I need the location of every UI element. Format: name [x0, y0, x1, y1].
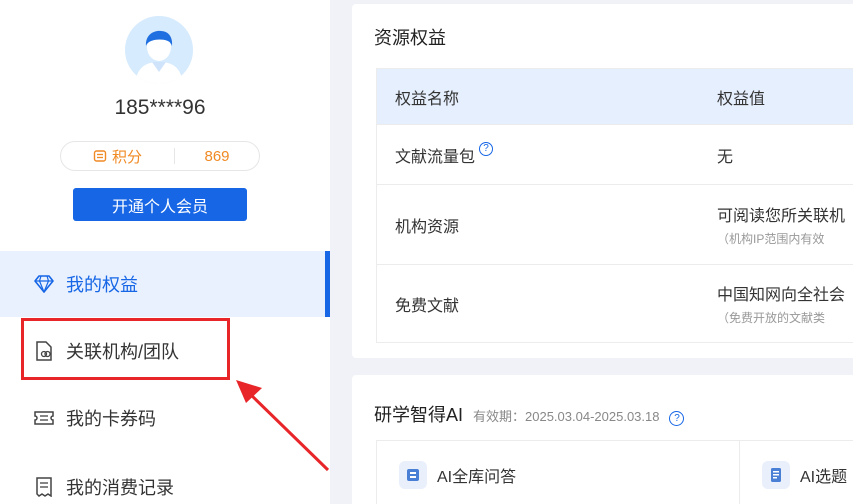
help-icon[interactable]: ?	[479, 141, 494, 156]
sidebar-item-my-benefits[interactable]: 我的权益	[0, 251, 330, 317]
sidebar: 185****96 积分 869 开通个人会员 我的权益 关联机构/团队 我的卡…	[0, 0, 330, 504]
ai-card: 研学智得AI 有效期：2025.03.04-2025.03.18 ? AI全库问…	[352, 375, 853, 504]
receipt-icon	[34, 477, 54, 497]
sidebar-item-purchase-history[interactable]: 我的消费记录	[0, 454, 330, 504]
row-name: 免费文献	[395, 297, 460, 315]
row-value: 可阅读您所关联机	[717, 208, 846, 225]
diamond-icon	[34, 274, 54, 294]
ai-title: 研学智得AI	[374, 405, 464, 425]
column-header-value: 权益值	[717, 90, 766, 108]
points-label-group: 积分	[61, 148, 175, 166]
sidebar-item-label: 我的权益	[66, 275, 138, 295]
row-value: 无	[717, 148, 734, 166]
resources-table: 权益名称 权益值 文献流量包 ? 无 机构资源 可阅读您所关联机 （机构IP范围…	[376, 68, 853, 343]
row-value-cell: 中国知网向全社会 （免费开放的文献类	[717, 281, 853, 326]
sidebar-item-label: 我的消费记录	[66, 478, 174, 498]
ai-topic-button[interactable]: AI选题	[739, 440, 853, 504]
avatar[interactable]	[125, 16, 193, 84]
column-header-name: 权益名称	[395, 90, 460, 108]
ai-validity: 有效期：2025.03.04-2025.03.18	[473, 409, 660, 424]
points-value: 869	[204, 147, 230, 165]
table-header: 权益名称 权益值	[377, 69, 853, 124]
ai-title-row: 研学智得AI 有效期：2025.03.04-2025.03.18 ?	[374, 401, 685, 427]
resources-card: 资源权益 权益名称 权益值 文献流量包 ? 无 机构资源 可阅读您所关联机 （机…	[352, 4, 853, 358]
ai-full-library-qa-button[interactable]: AI全库问答	[376, 440, 740, 504]
ai-box-label: AI全库问答	[437, 469, 517, 486]
table-row: 文献流量包 ? 无	[377, 124, 853, 184]
annotation-highlight-box	[21, 318, 230, 380]
table-row: 机构资源 可阅读您所关联机 （机构IP范围内有效	[377, 184, 853, 264]
points-label: 积分	[111, 148, 142, 166]
table-row: 免费文献 中国知网向全社会 （免费开放的文献类	[377, 264, 853, 342]
row-value-note: （机构IP范围内有效	[717, 232, 825, 246]
help-icon[interactable]: ?	[669, 411, 685, 426]
points-icon	[93, 150, 107, 162]
row-name: 文献流量包	[395, 148, 476, 166]
username: 185****96	[114, 96, 206, 119]
resources-title: 资源权益	[374, 28, 446, 48]
sidebar-item-coupon-codes[interactable]: 我的卡券码	[0, 385, 330, 451]
open-vip-button[interactable]: 开通个人会员	[73, 188, 247, 221]
row-name: 机构资源	[395, 218, 460, 236]
row-name-cell: 文献流量包 ?	[377, 141, 717, 167]
ai-box-label: AI选题	[800, 469, 848, 486]
database-icon	[399, 461, 427, 489]
document-list-icon	[762, 461, 790, 489]
row-value-cell: 可阅读您所关联机 （机构IP范围内有效	[717, 202, 853, 247]
user-avatar-icon	[125, 16, 193, 84]
points-pill[interactable]: 积分 869	[60, 141, 260, 171]
ticket-icon	[34, 408, 54, 428]
row-value: 中国知网向全社会	[717, 287, 846, 304]
sidebar-item-label: 我的卡券码	[66, 409, 156, 429]
row-value-note: （免费开放的文献类	[717, 311, 826, 325]
